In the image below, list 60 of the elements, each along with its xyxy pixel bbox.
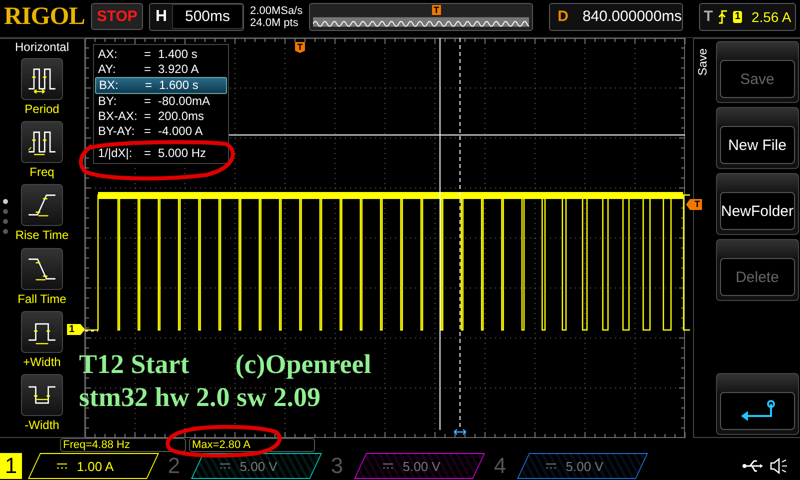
trigger-channel: 1 [732,10,742,22]
dashed-cursor-line[interactable] [85,330,98,332]
timebase-value: 500ms [172,4,244,29]
rising-edge-icon [718,10,728,24]
cursor-label: BX-AX: [98,109,138,124]
usb-icon [742,459,764,473]
trigger-box[interactable]: T 1 2.56 A [698,2,796,30]
dc-coupling-icon [57,463,67,469]
cursor-value: 200.0ms [158,109,206,124]
cursor-label: BX: [99,78,120,93]
equals-sign: = [144,47,152,62]
memory-depth: 24.0M pts [250,16,300,28]
softkey-button[interactable]: NewFolder [716,173,799,235]
trigger-position-marker: T [432,4,442,14]
cursor-label: AX: [98,47,118,62]
channel-offset-marker[interactable]: 1 [67,324,85,335]
overlay-caption: T12 Start [79,348,190,381]
return-arrow-icon [739,400,776,422]
equals-sign: = [144,62,152,77]
trigger-label: T [704,8,713,25]
trigger-level-marker[interactable]: T [686,199,702,210]
run-stop-button[interactable]: STOP [90,3,144,30]
overlay-caption: stm32 hw 2.0 sw 2.09 [79,381,321,414]
cursor-value: -4.000 A [158,124,204,139]
cursor-value: -80.00mA [158,94,212,109]
measurement-readout: Max=2.80 A [189,438,315,452]
cursor-value: 1.400 s [158,47,198,62]
softkey-button[interactable]: New File [716,107,799,169]
timebase-label: H [154,8,168,26]
sample-rate: 2.00MSa/s [250,4,303,16]
equals-sign: = [144,124,152,139]
delay-label: D [556,8,570,25]
equals-sign: = [144,146,152,161]
brand-logo: RIGOL [4,2,85,30]
menu-title: Save [696,48,710,76]
equals-sign: = [144,94,152,109]
overview-wave-icon [312,16,529,26]
dc-coupling-icon [383,463,393,469]
measurement-readout: Freq=4.88 Hz [60,438,186,452]
delay-value: 840.000000ms [581,8,682,25]
cursor-arrow-icon [453,428,467,436]
equals-sign: = [144,109,152,124]
page-dots-icon [3,199,8,234]
cursor-label: AY: [98,62,117,77]
cursor-value: 5.000 Hz [158,146,208,161]
cursor-value: 1.600 s [159,78,200,93]
trigger-level: 2.56 A [750,8,792,24]
back-button[interactable] [716,373,799,435]
timebase-box[interactable]: H 500ms [149,2,244,30]
cursor-label: BY: [98,94,118,109]
cursor-value: 3.920 A [158,62,200,77]
cursor-label: BY-AY: [98,124,136,139]
menu-title: Horizontal [14,39,70,56]
cursor-label: 1/|dX|: [98,146,134,161]
equals-sign: = [145,78,154,93]
overlay-caption: (c)Openreel [235,348,372,381]
dc-coupling-icon [220,463,230,469]
speaker-icon [770,458,788,474]
trigger-position-marker[interactable]: T [295,42,305,53]
dc-coupling-icon [546,463,556,469]
